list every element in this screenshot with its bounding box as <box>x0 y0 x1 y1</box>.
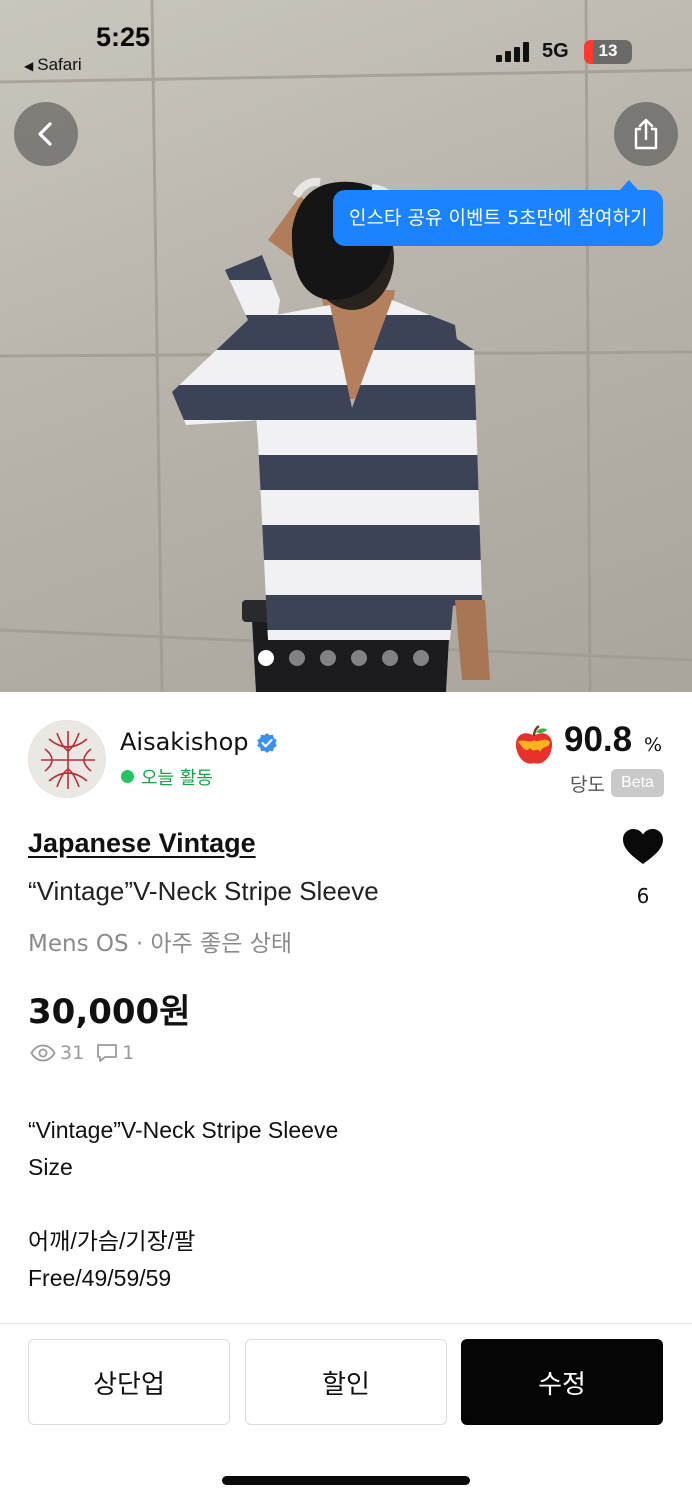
product-stats: 31 1 <box>30 1042 134 1064</box>
product-description: “Vintage”V-Neck Stripe Sleeve Size 어깨/가슴… <box>28 1112 338 1297</box>
cellular-signal-icon <box>496 42 532 62</box>
bump-button[interactable]: 상단업 <box>28 1339 230 1425</box>
seller-section[interactable]: Aisakishop 오늘 활동 90.8 % 당도 Beta <box>0 692 692 812</box>
carousel-dots <box>258 650 429 666</box>
verified-badge-icon <box>257 733 277 753</box>
sweetness-label: 당도 <box>570 774 605 796</box>
bottom-action-bar: 상단업 할인 수정 <box>0 1323 692 1500</box>
carousel-dot[interactable] <box>320 650 336 666</box>
battery-level: 13 <box>598 41 618 60</box>
eye-icon <box>30 1044 56 1062</box>
chevron-left-icon <box>38 122 52 146</box>
status-bar: 5:25 ◀ Safari 5G 13 <box>0 0 692 84</box>
back-button[interactable] <box>14 102 78 166</box>
description-line: “Vintage”V-Neck Stripe Sleeve <box>28 1117 339 1143</box>
carousel-dot[interactable] <box>258 650 274 666</box>
discount-button[interactable]: 할인 <box>245 1339 447 1425</box>
product-price: 30,000원 <box>28 992 191 1032</box>
product-title: “Vintage”V-Neck Stripe Sleeve <box>28 876 379 906</box>
home-indicator[interactable] <box>222 1476 470 1485</box>
edit-button[interactable]: 수정 <box>461 1339 663 1425</box>
sweetness-score: 90.8 <box>564 720 633 759</box>
product-photo-image <box>0 0 692 692</box>
share-button[interactable] <box>614 102 678 166</box>
sweetness-unit: % <box>644 734 663 756</box>
status-time: 5:25 <box>96 22 151 52</box>
comment-icon <box>97 1044 118 1062</box>
product-photo[interactable]: 5:25 ◀ Safari 5G 13 인스타 공유 이벤트 5초만에 참여하기 <box>0 0 692 692</box>
product-size-condition: Mens OS · 아주 좋은 상태 <box>28 931 293 957</box>
carousel-dot[interactable] <box>351 650 367 666</box>
description-line: Size <box>28 1154 73 1180</box>
comment-count: 1 <box>122 1042 135 1064</box>
shop-logo-icon <box>41 731 95 789</box>
brand-link[interactable]: Japanese Vintage <box>28 828 256 859</box>
view-count: 31 <box>60 1042 85 1064</box>
network-type: 5G <box>542 40 569 62</box>
seller-name[interactable]: Aisakishop <box>120 728 249 756</box>
back-app-label: Safari <box>37 55 82 74</box>
description-line: Free/49/59/59 <box>28 1265 172 1291</box>
active-status-dot <box>121 770 134 783</box>
apple-sweetness-icon <box>515 725 553 764</box>
heart-like-icon[interactable] <box>622 828 664 866</box>
activity-status: 오늘 활동 <box>141 768 213 789</box>
back-to-app-link[interactable]: ◀ Safari <box>24 55 82 75</box>
description-line: 어깨/가슴/기장/팔 <box>28 1228 196 1254</box>
share-icon <box>634 118 658 150</box>
like-count: 6 <box>636 884 650 908</box>
battery-icon: 13 <box>584 40 632 64</box>
back-triangle-icon: ◀ <box>24 59 34 73</box>
seller-avatar[interactable] <box>28 720 106 798</box>
carousel-dot[interactable] <box>289 650 305 666</box>
carousel-dot[interactable] <box>413 650 429 666</box>
beta-badge: Beta <box>611 769 664 797</box>
instagram-share-tooltip[interactable]: 인스타 공유 이벤트 5초만에 참여하기 <box>333 180 664 246</box>
carousel-dot[interactable] <box>382 650 398 666</box>
